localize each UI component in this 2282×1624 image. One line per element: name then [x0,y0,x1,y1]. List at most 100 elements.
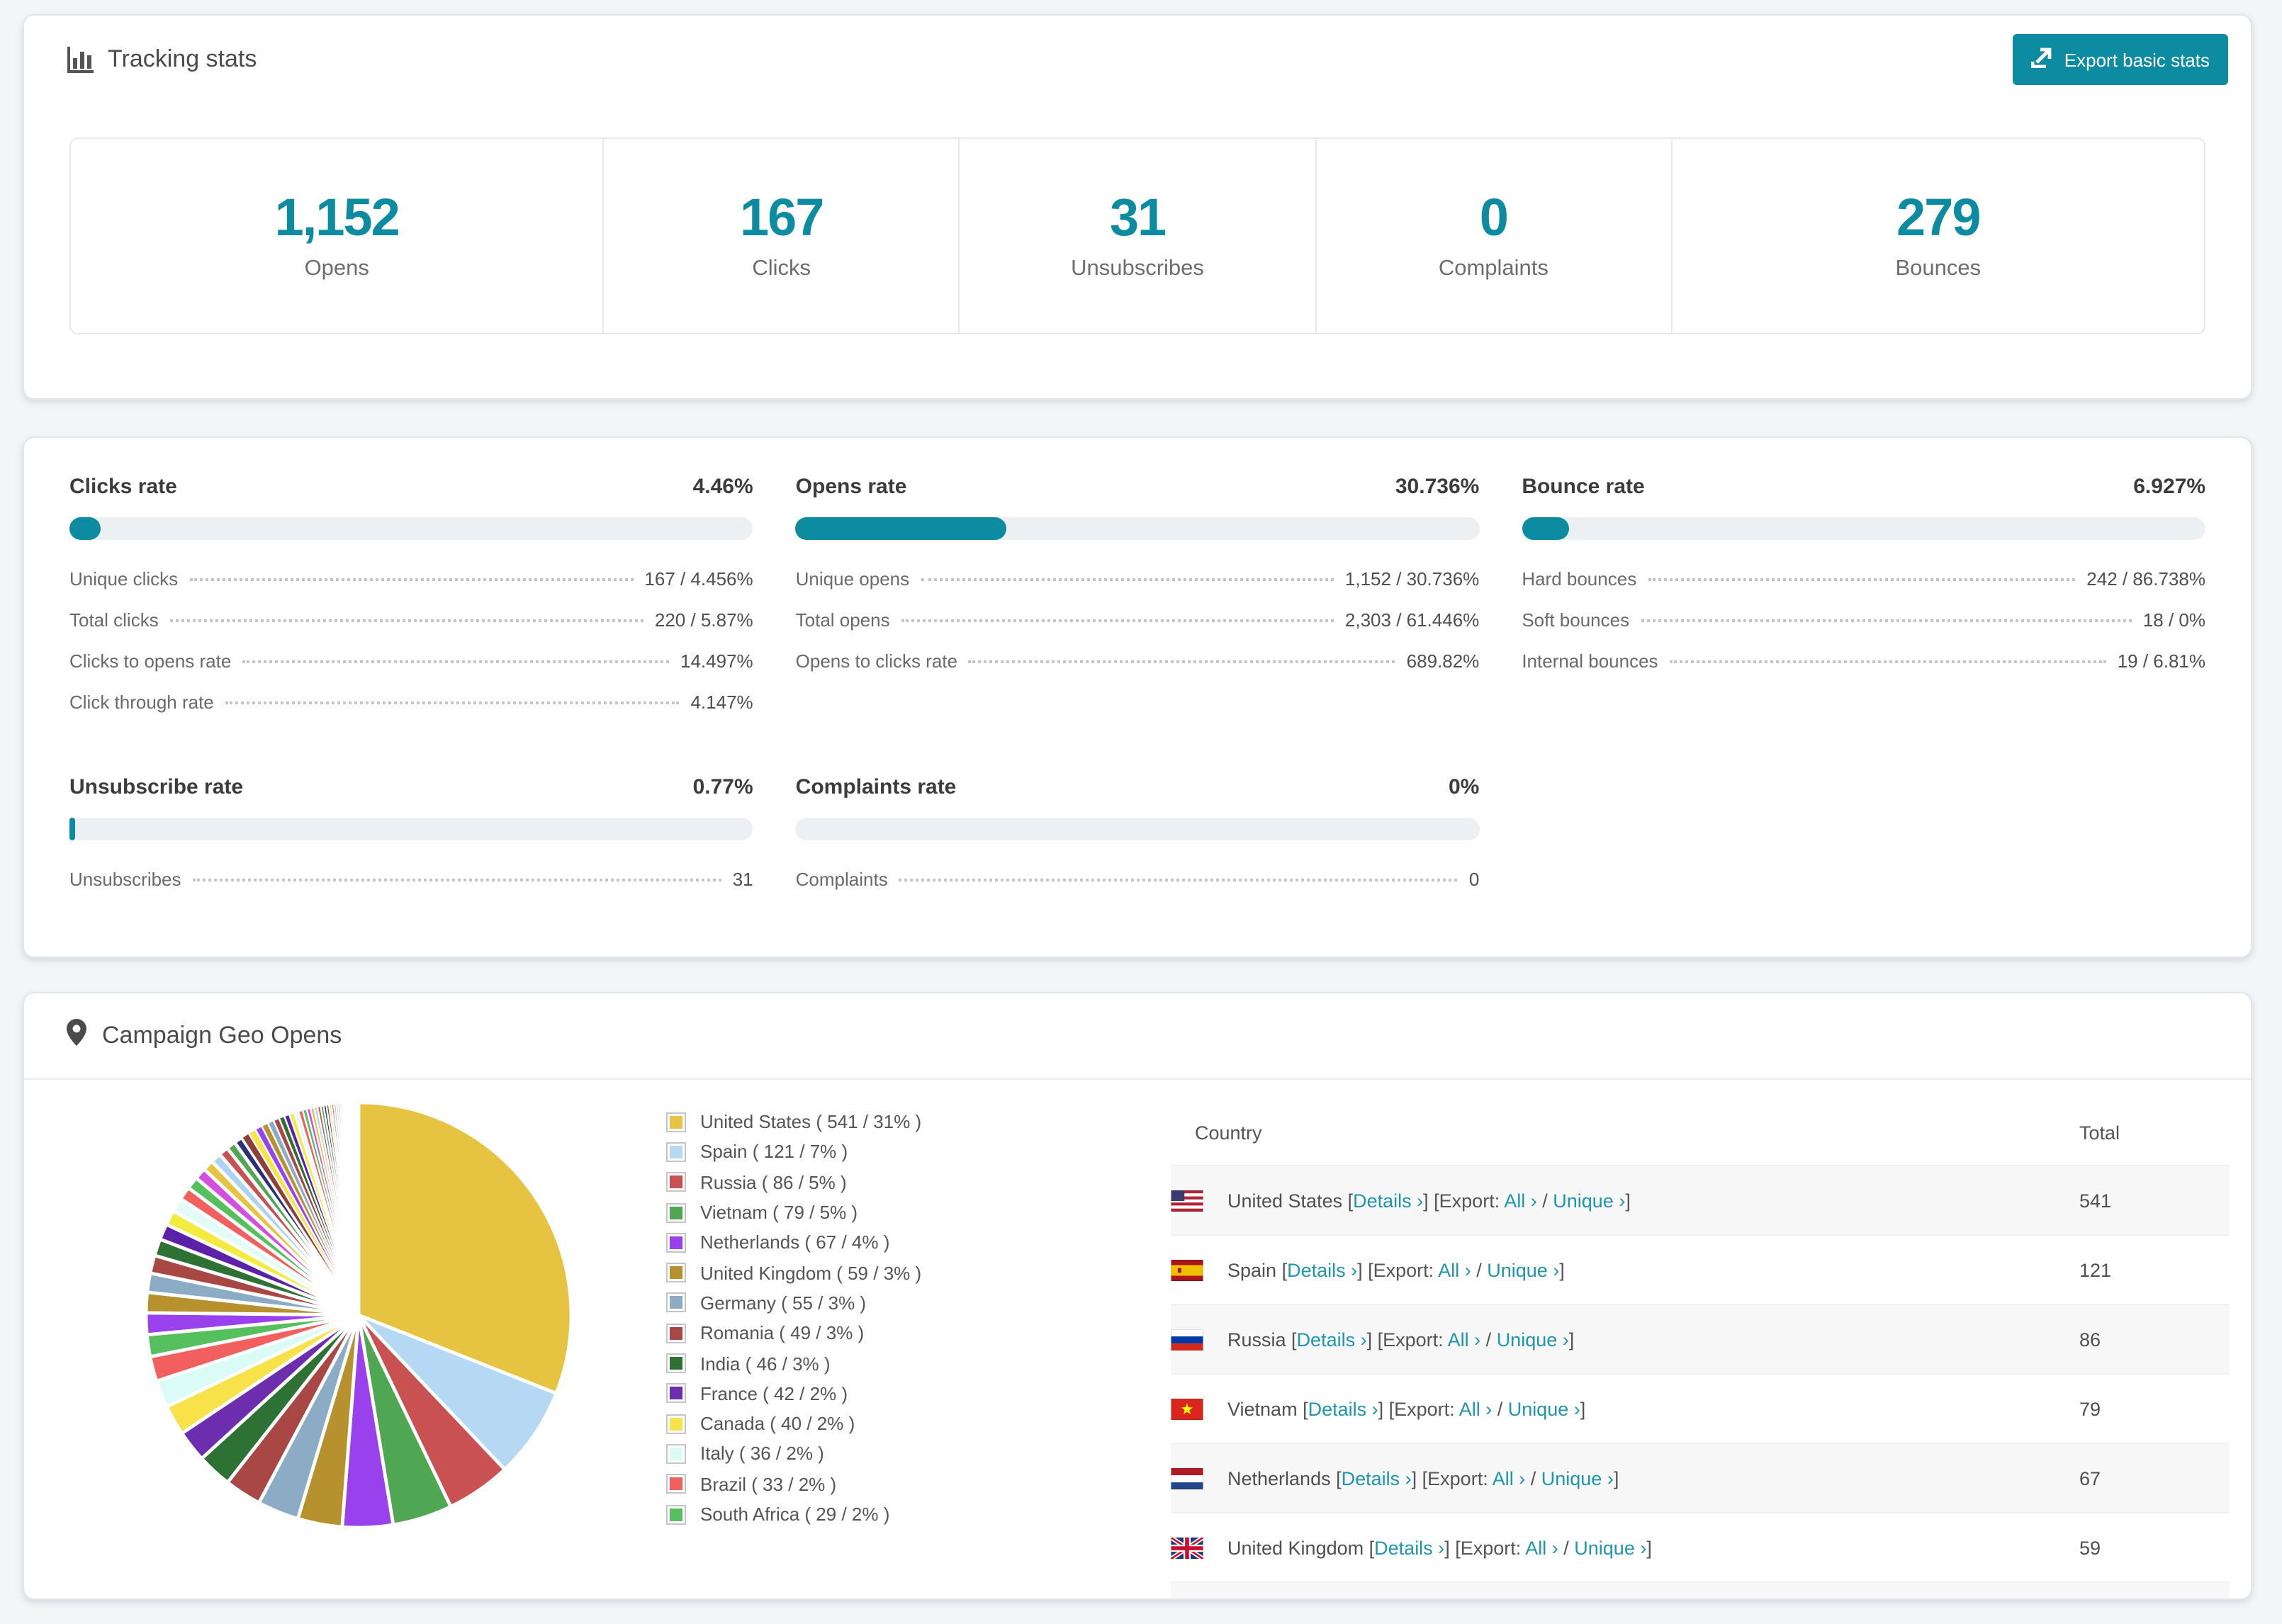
export-all-link[interactable]: All › [1525,1537,1558,1558]
dotted-leader [1648,578,2076,581]
rate-header: Clicks rate 4.46% [69,475,753,499]
export-unique-link[interactable]: Unique › [1541,1467,1614,1489]
legend-label: Brazil ( 33 / 2% ) [700,1473,837,1495]
export-unique-link[interactable]: Unique › [1574,1537,1646,1558]
nl-flag-icon [1171,1467,1203,1489]
country-name: United States [1227,1190,1343,1211]
export-unique-link[interactable]: Unique › [1508,1398,1580,1419]
row-links: [Details ›] [Export: All › / Unique ›] [1286,1329,1575,1350]
legend-swatch [666,1292,686,1313]
rate-detail-rows: Hard bounces 242 / 86.738% Soft bounces 18 … [1522,568,2205,692]
legend-item[interactable]: Vietnam ( 79 / 5% ) [666,1197,921,1228]
rate-title: Complaints rate [795,775,957,799]
dotted-leader [901,619,1334,622]
legend-swatch [666,1263,686,1283]
total-column-header: Total [2079,1122,2120,1143]
detail-value: 1,152 / 30.736% [1344,568,1480,590]
export-unique-link[interactable]: Unique › [1553,1190,1625,1211]
summary-stats-row: 1,152 Opens 167 Clicks 31 Unsubscribes 0 Compla… [69,137,2205,334]
details-link[interactable]: Details › [1353,1190,1423,1211]
export-all-link[interactable]: All › [1493,1467,1526,1489]
legend-item[interactable]: Germany ( 55 / 3% ) [666,1288,921,1319]
rate-block-unsubscribe-rate: Unsubscribe rate 0.77% Unsubscribes 31 [69,775,753,910]
country-cell: United Kingdom [Details ›] [Export: All … [1171,1537,2079,1558]
row-links: [Details ›] [Export: All › / Unique ›] [1330,1467,1619,1489]
details-link[interactable]: Details › [1308,1398,1378,1419]
legend-swatch [666,1443,686,1464]
rate-header: Opens rate 30.736% [796,475,1480,499]
rate-block-opens-rate: Opens rate 30.736% Unique opens 1,152 / 30.… [795,475,1480,733]
export-unique-link[interactable]: Unique › [1497,1329,1569,1350]
detail-value: 0 [1468,869,1480,890]
legend-item[interactable]: United Kingdom ( 59 / 3% ) [666,1258,921,1288]
country-cell: Netherlands [Details ›] [Export: All › /… [1171,1467,2079,1489]
rate-header: Complaints rate 0% [796,775,1480,799]
legend-item[interactable]: India ( 46 / 3% ) [666,1348,921,1379]
details-link[interactable]: Details › [1342,1467,1412,1489]
rate-detail-row: Hard bounces 242 / 86.738% [1522,568,2205,609]
details-link[interactable]: Details › [1297,1329,1367,1350]
table-row-de: Germany [Details ›] [Export: All › / Uni… [1171,1581,2230,1598]
legend-item[interactable]: Netherlands ( 67 / 4% ) [666,1227,921,1258]
dotted-leader [242,660,669,663]
country-cell: United States [Details ›] [Export: All ›… [1171,1190,2079,1211]
legend-item[interactable]: Italy ( 36 / 2% ) [666,1439,921,1470]
legend-swatch [666,1504,686,1524]
rates-card: Clicks rate 4.46% Unique clicks 167 / 4.456… [23,436,2252,958]
detail-label: Internal bounces [1522,650,1658,672]
legend-item[interactable]: Romania ( 49 / 3% ) [666,1318,921,1348]
rate-detail-rows: Complaints 0 [796,869,1480,910]
detail-value: 14.497% [680,650,753,672]
legend-item[interactable]: Russia ( 86 / 5% ) [666,1167,921,1197]
pie-slice[interactable] [356,1101,360,1316]
country-column-header: Country [1195,1122,1262,1143]
legend-label: United Kingdom ( 59 / 3% ) [700,1262,922,1284]
rate-block-clicks-rate: Clicks rate 4.46% Unique clicks 167 / 4.456… [69,475,753,733]
dotted-leader [225,701,680,704]
detail-label: Unsubscribes [69,869,181,890]
export-all-link[interactable]: All › [1459,1398,1493,1419]
ru-flag-icon [1171,1329,1203,1350]
stat-label: Clicks [752,256,811,280]
rate-detail-row: Unique opens 1,152 / 30.736% [796,568,1480,609]
detail-label: Opens to clicks rate [795,650,957,672]
legend-item[interactable]: South Africa ( 29 / 2% ) [666,1499,921,1530]
legend-swatch [666,1474,686,1494]
rate-value: 0.77% [692,775,753,799]
details-link[interactable]: Details › [1374,1537,1444,1558]
rate-value: 6.927% [2133,475,2205,499]
rate-detail-rows: Unsubscribes 31 [69,869,753,910]
legend-item[interactable]: Brazil ( 33 / 2% ) [666,1469,921,1499]
legend-swatch [666,1414,686,1434]
export-all-link[interactable]: All › [1438,1259,1471,1280]
legend-swatch [666,1202,686,1223]
dotted-leader [192,879,721,881]
export-all-link[interactable]: All › [1504,1190,1537,1211]
detail-label: Total opens [795,609,890,631]
detail-label: Complaints [795,869,888,890]
stat-box-bounces: 279 Bounces [1673,139,2204,333]
legend-item[interactable]: Canada ( 40 / 2% ) [666,1409,921,1439]
rate-progress-fill [795,517,1006,540]
export-all-link[interactable]: All › [1448,1329,1481,1350]
legend-swatch [666,1172,686,1192]
country-name: United Kingdom [1227,1537,1364,1558]
country-name: Russia [1227,1329,1286,1350]
details-link[interactable]: Details › [1287,1259,1357,1280]
detail-value: 167 / 4.456% [644,568,753,590]
export-basic-stats-button[interactable]: Export basic stats [2013,34,2228,85]
detail-value: 242 / 86.738% [2086,568,2205,590]
rate-progress-bar [1522,517,2205,540]
legend-item[interactable]: Spain ( 121 / 7% ) [666,1137,921,1168]
export-unique-link[interactable]: Unique › [1487,1259,1559,1280]
legend-label: Canada ( 40 / 2% ) [700,1413,855,1435]
total-cell: 541 [2079,1190,2112,1211]
dotted-leader [921,578,1334,581]
campaign-geo-opens-card: Campaign Geo Opens United States ( 541 /… [23,992,2252,1600]
detail-label: Total clicks [69,609,159,631]
legend-item[interactable]: United States ( 541 / 31% ) [666,1107,921,1137]
detail-label: Click through rate [69,692,214,713]
legend-item[interactable]: France ( 42 / 2% ) [666,1378,921,1409]
rate-title: Opens rate [795,475,907,499]
tracking-stats-header: Tracking stats Export basic stats [24,16,2251,85]
